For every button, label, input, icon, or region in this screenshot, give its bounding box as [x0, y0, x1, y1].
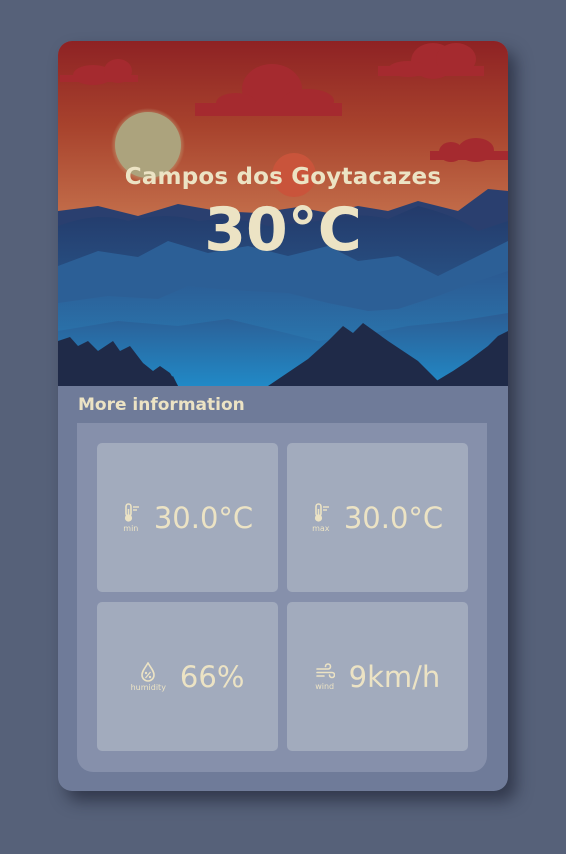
max-temperature-tile: max 30.0°C: [287, 443, 468, 592]
min-caption: min: [123, 523, 139, 533]
humidity-indicator: humidity: [130, 661, 166, 692]
max-caption: max: [312, 523, 330, 533]
max-temperature-indicator: max: [312, 502, 330, 533]
humidity-caption: humidity: [130, 682, 166, 692]
wind-indicator: wind: [315, 662, 335, 691]
wind-tile: wind 9km/h: [287, 602, 468, 751]
wind-caption: wind: [315, 681, 335, 691]
current-temperature: 30°C: [204, 195, 362, 265]
city-name: Campos dos Goytacazes: [124, 164, 442, 190]
min-temperature-value: 30.0°C: [153, 500, 254, 535]
wind-icon: [315, 662, 335, 678]
min-temperature-indicator: min: [122, 502, 140, 533]
max-temperature-value: 30.0°C: [343, 500, 444, 535]
more-information-panel: min 30.0°C max 30.0°C humidity 66% wind …: [77, 423, 487, 772]
weather-card: Campos dos Goytacazes 30°C More informat…: [58, 41, 508, 791]
thermometer-icon: [314, 502, 329, 522]
humidity-drop-icon: [141, 661, 156, 682]
humidity-tile: humidity 66%: [97, 602, 278, 751]
more-information-title: More information: [78, 395, 245, 415]
min-temperature-tile: min 30.0°C: [97, 443, 278, 592]
weather-hero: Campos dos Goytacazes 30°C: [58, 41, 508, 386]
wind-value: 9km/h: [348, 659, 441, 694]
humidity-value: 66%: [179, 659, 245, 694]
thermometer-icon: [124, 502, 139, 522]
